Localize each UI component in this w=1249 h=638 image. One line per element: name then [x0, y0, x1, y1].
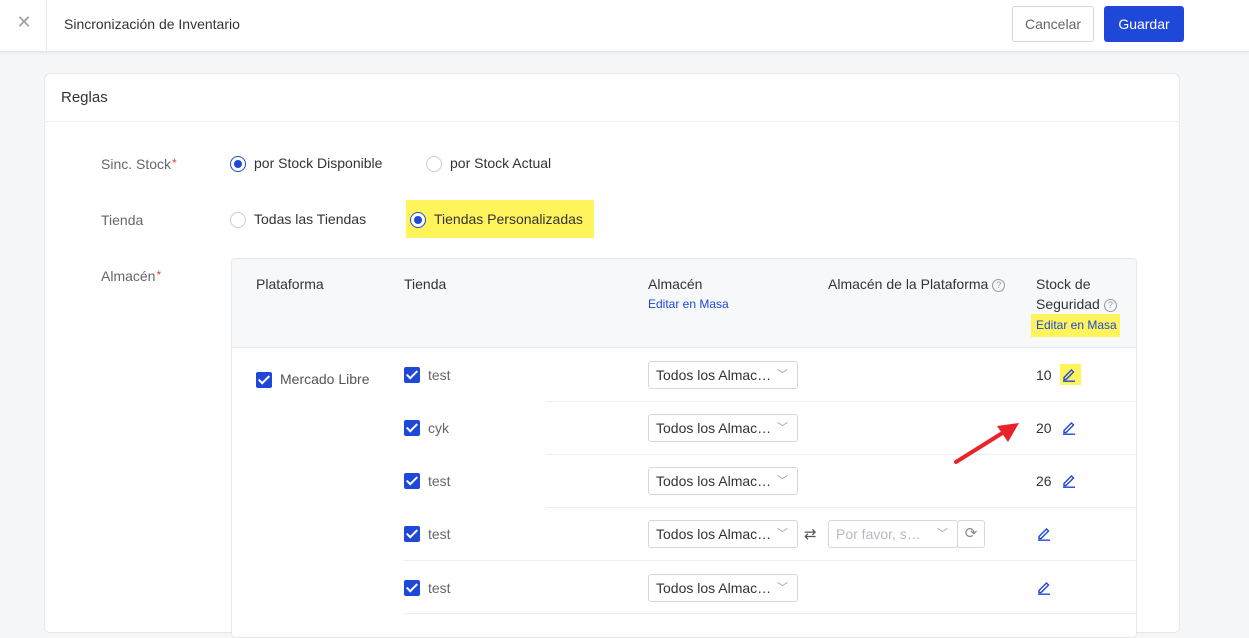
col-safety-stock-line1: Stock de	[1036, 276, 1091, 292]
divider	[46, 0, 47, 52]
radio-all-stores-label: Todas las Tiendas	[254, 211, 367, 227]
safety-stock-value: 26	[1036, 473, 1052, 489]
rules-card: Reglas Sinc. Stock* por Stock Disponible…	[44, 73, 1180, 638]
radio-custom-stores-label: Tiendas Personalizadas	[434, 211, 583, 227]
store-name: test	[428, 580, 451, 596]
warehouse-bulk-edit-link[interactable]: Editar en Masa	[648, 297, 729, 311]
warehouse-select[interactable]: Todos los Almac… ﹀	[648, 520, 798, 548]
warehouse-select-value: Todos los Almac…	[656, 473, 772, 489]
warehouse-select[interactable]: Todos los Almac… ﹀	[648, 574, 798, 602]
chevron-down-icon: ﹀	[937, 528, 948, 540]
radio-available-stock-label: por Stock Disponible	[254, 155, 383, 171]
col-platform: Plataforma	[256, 276, 324, 292]
warehouse-select[interactable]: Todos los Almac… ﹀	[648, 414, 798, 442]
col-warehouse: Almacén	[648, 276, 703, 292]
warehouse-select-value: Todos los Almac…	[656, 580, 772, 596]
platform-warehouse-placeholder: Por favor, s…	[836, 526, 921, 542]
row-divider	[404, 613, 1136, 614]
edit-pencil-icon[interactable]	[1061, 419, 1077, 435]
edit-pencil-icon[interactable]	[1036, 525, 1052, 541]
radio-checked-icon	[230, 156, 246, 172]
chevron-down-icon: ﹀	[777, 582, 788, 594]
warehouse-label: Almacén*	[101, 268, 161, 284]
card-header: Reglas	[45, 74, 1179, 122]
row-divider	[546, 401, 1136, 402]
cancel-button[interactable]: Cancelar	[1012, 6, 1094, 42]
col-platform-warehouse-text: Almacén de la Plataforma	[828, 276, 989, 292]
col-store: Tienda	[404, 276, 447, 292]
safety-stock-value: 10	[1036, 367, 1052, 383]
col-platform-warehouse: Almacén de la Plataforma?	[828, 274, 1006, 294]
warehouse-select[interactable]: Todos los Almac… ﹀	[648, 467, 798, 495]
warehouse-select-value: Todos los Almac…	[656, 420, 772, 436]
close-icon[interactable]: ✕	[15, 12, 33, 32]
top-bar: ✕ Sincronización de Inventario Cancelar …	[0, 0, 1249, 52]
sync-stock-label: Sinc. Stock*	[101, 156, 177, 172]
store-checkbox[interactable]	[404, 367, 420, 383]
save-button[interactable]: Guardar	[1104, 6, 1184, 42]
store-label: Tienda	[101, 212, 144, 228]
store-checkbox[interactable]	[404, 580, 420, 596]
help-icon[interactable]: ?	[992, 279, 1006, 292]
store-name: test	[428, 526, 451, 542]
store-name: cyk	[428, 420, 449, 436]
edit-pencil-icon[interactable]	[1061, 366, 1077, 382]
warehouse-select[interactable]: Todos los Almac… ﹀	[648, 361, 798, 389]
radio-actual-stock-label: por Stock Actual	[450, 155, 552, 171]
swap-icon: ⇄	[804, 526, 817, 543]
page-title: Sincronización de Inventario	[64, 16, 240, 32]
col-safety-stock-line2-wrap: Seguridad?	[1036, 294, 1117, 314]
row-divider	[546, 454, 1136, 455]
platform-name: Mercado Libre	[280, 371, 370, 387]
store-checkbox[interactable]	[404, 473, 420, 489]
edit-pencil-icon[interactable]	[1061, 472, 1077, 488]
chevron-down-icon: ﹀	[777, 422, 788, 434]
edit-pencil-icon[interactable]	[1036, 579, 1052, 595]
safety-stock-value: 20	[1036, 420, 1052, 436]
store-checkbox[interactable]	[404, 526, 420, 542]
warehouse-select-value: Todos los Almac…	[656, 526, 772, 542]
annotation-arrow	[954, 423, 1019, 464]
required-mark: *	[156, 268, 162, 282]
sync-stock-label-text: Sinc. Stock	[101, 156, 172, 172]
refresh-icon[interactable]: ⟳	[957, 520, 985, 548]
table-header: Plataforma Tienda Almacén Editar en Masa…	[232, 259, 1136, 348]
radio-unchecked-icon	[426, 156, 442, 172]
store-name: test	[428, 473, 451, 489]
safety-stock-bulk-edit-link[interactable]: Editar en Masa	[1036, 318, 1117, 332]
col-safety-stock-line2: Seguridad	[1036, 296, 1100, 312]
chevron-down-icon: ﹀	[777, 528, 788, 540]
radio-checked-icon	[410, 212, 426, 228]
chevron-down-icon: ﹀	[777, 475, 788, 487]
warehouse-label-text: Almacén	[101, 268, 156, 284]
chevron-down-icon: ﹀	[777, 369, 788, 381]
platform-checkbox[interactable]	[256, 372, 272, 388]
required-mark: *	[172, 156, 177, 170]
store-checkbox[interactable]	[404, 420, 420, 436]
section-title: Reglas	[61, 89, 108, 106]
warehouse-select-value: Todos los Almac…	[656, 367, 772, 383]
row-divider	[404, 560, 1136, 561]
col-safety-stock: Stock de Seguridad?	[1036, 274, 1117, 314]
help-icon[interactable]: ?	[1103, 299, 1117, 312]
row-divider	[546, 507, 1136, 508]
platform-warehouse-select[interactable]: Por favor, s… ﹀	[828, 520, 958, 548]
radio-unchecked-icon	[230, 212, 246, 228]
store-name: test	[428, 367, 451, 383]
